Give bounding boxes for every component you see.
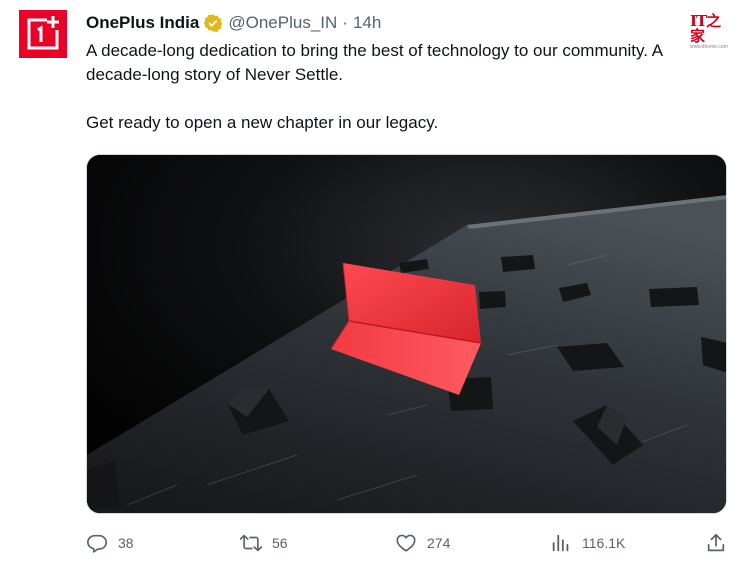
- reply-button[interactable]: 38: [86, 530, 134, 556]
- tweet-actions: 38 56 274 116.1K: [86, 530, 736, 556]
- views-icon: [552, 534, 569, 552]
- retweet-count: 56: [272, 535, 288, 551]
- reply-icon: [87, 534, 107, 553]
- avatar[interactable]: [19, 10, 67, 58]
- watermark-url: www.ithome.com: [690, 44, 728, 50]
- ithome-watermark: IT之家 www.ithome.com: [690, 14, 734, 51]
- tweet-timestamp[interactable]: 14h: [353, 13, 381, 33]
- tweet: OnePlus India @OnePlus_IN · 14h IT之家 www…: [0, 0, 746, 562]
- share-icon: [707, 533, 725, 552]
- watermark-logo: IT之家: [690, 12, 721, 45]
- like-count: 274: [427, 535, 451, 551]
- reply-count: 38: [118, 535, 134, 551]
- tweet-paragraph-1: A decade-long dedication to bring the be…: [86, 41, 663, 84]
- oneplus-logo-icon: [27, 16, 61, 50]
- heart-icon: [396, 534, 416, 552]
- tweet-paragraph-2: Get ready to open a new chapter in our l…: [86, 113, 439, 132]
- tweet-header: OnePlus India @OnePlus_IN · 14h: [86, 11, 381, 35]
- share-button[interactable]: [705, 530, 727, 556]
- views-count: 116.1K: [582, 535, 626, 551]
- retweet-icon: [240, 534, 262, 552]
- tweet-text: A decade-long dedication to bring the be…: [86, 39, 686, 135]
- views-button[interactable]: 116.1K: [550, 530, 625, 556]
- author-name[interactable]: OnePlus India: [86, 13, 199, 33]
- verified-badge-icon: [203, 13, 223, 33]
- retweet-button[interactable]: 56: [240, 530, 288, 556]
- like-button[interactable]: 274: [395, 530, 450, 556]
- author-handle[interactable]: @OnePlus_IN: [228, 13, 337, 33]
- separator-dot: ·: [342, 13, 348, 32]
- tweet-media[interactable]: [86, 154, 727, 514]
- video-still-image: [87, 155, 726, 513]
